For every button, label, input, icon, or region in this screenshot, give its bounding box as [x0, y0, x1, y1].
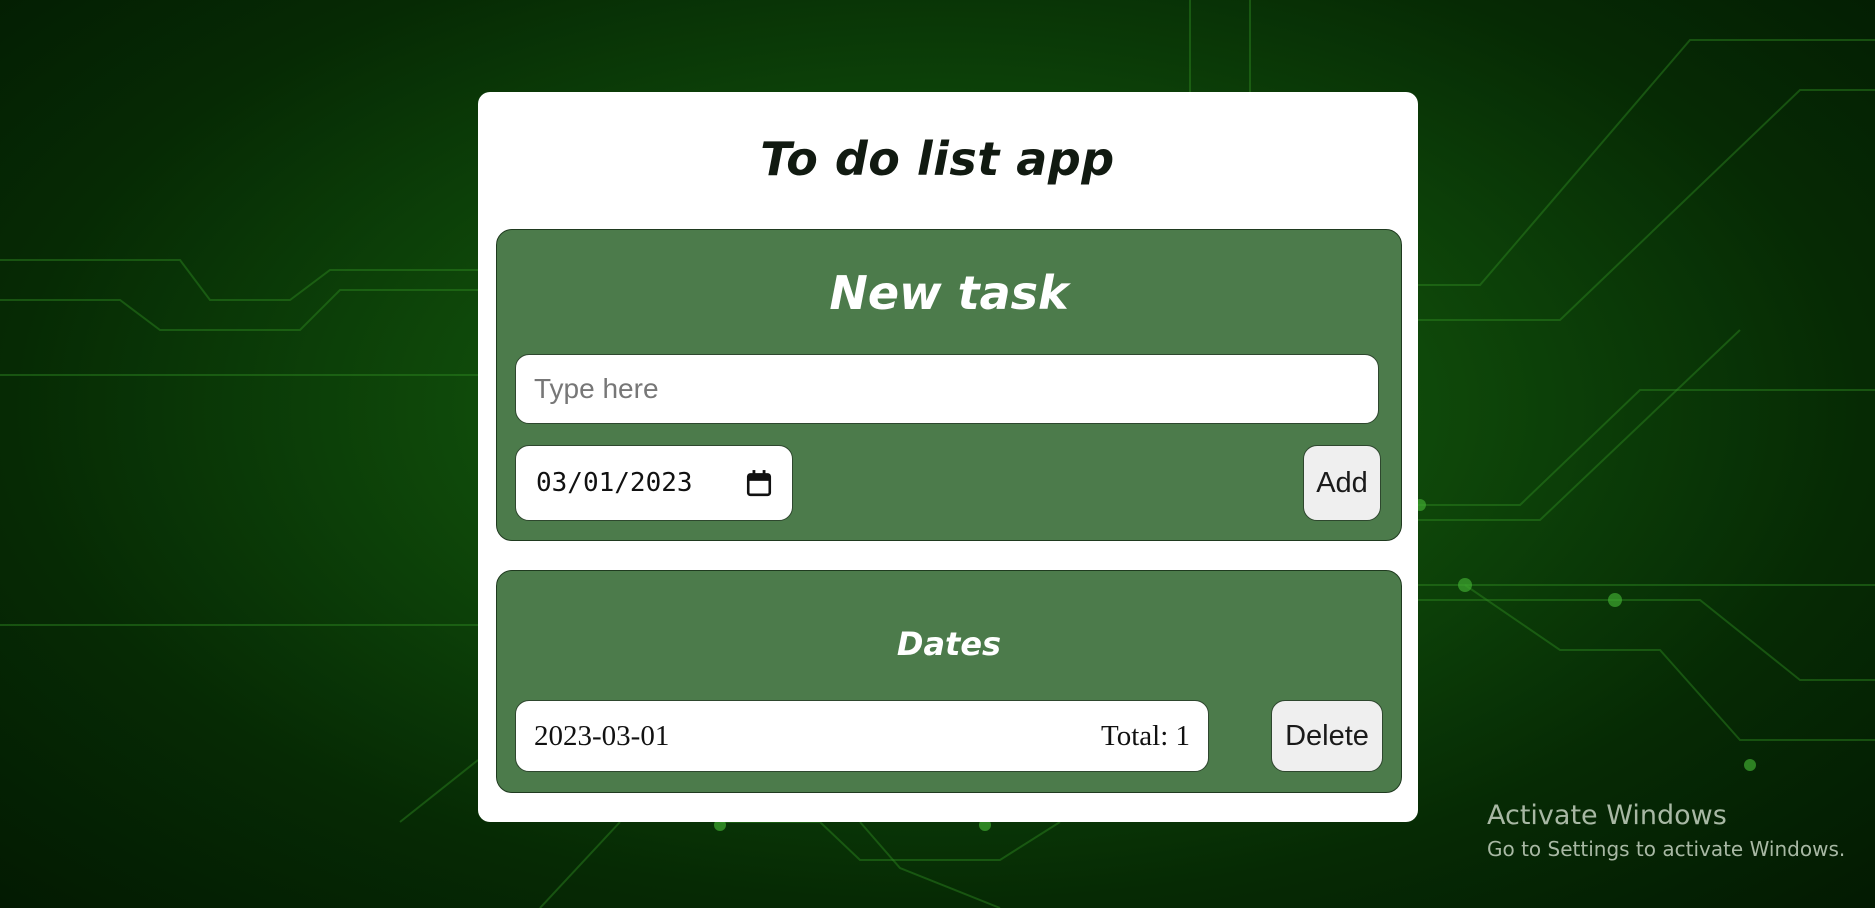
- calendar-icon[interactable]: [746, 469, 772, 497]
- list-item[interactable]: 2023-03-01 Total: 1: [515, 700, 1209, 772]
- delete-button[interactable]: Delete: [1271, 700, 1383, 772]
- date-label: 2023-03-01: [534, 719, 670, 752]
- new-task-panel: New task 03/01/2023 Add: [496, 229, 1402, 541]
- total-count: Total: 1: [1101, 719, 1190, 752]
- date-value: 03/01/2023: [536, 468, 693, 498]
- watermark-title: Activate Windows: [1487, 800, 1727, 831]
- new-task-heading: New task: [829, 266, 1069, 320]
- date-picker-field[interactable]: 03/01/2023: [515, 445, 793, 521]
- add-button[interactable]: Add: [1303, 445, 1381, 521]
- page-title: To do list app: [760, 132, 1115, 186]
- watermark-subtitle: Go to Settings to activate Windows.: [1487, 837, 1846, 861]
- windows-activation-watermark: Activate Windows Go to Settings to activ…: [1487, 800, 1845, 861]
- dates-heading: Dates: [896, 625, 1002, 663]
- dates-panel: Dates 2023-03-01 Total: 1 Delete: [496, 570, 1402, 793]
- task-input[interactable]: [515, 354, 1379, 424]
